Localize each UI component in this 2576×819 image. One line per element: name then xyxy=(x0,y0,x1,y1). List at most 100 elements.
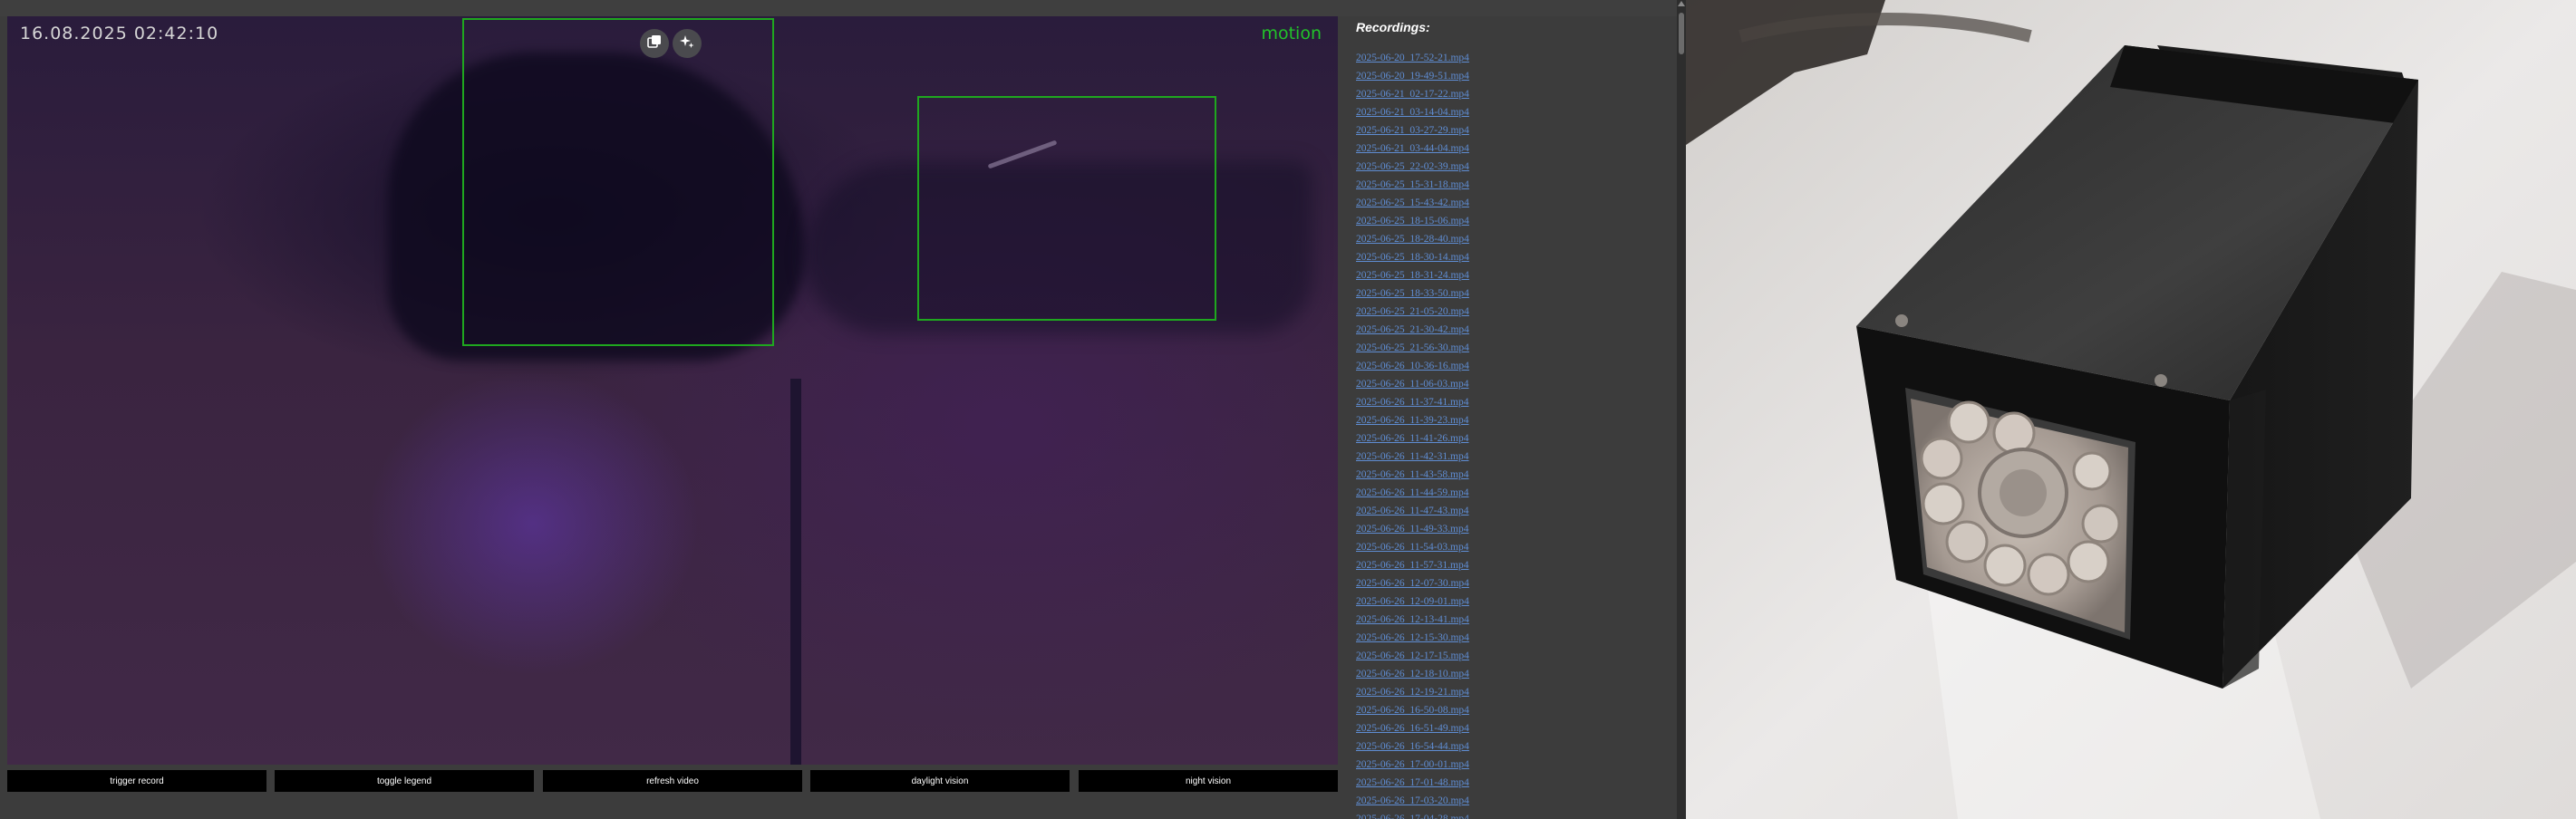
recording-list-item: 2025-06-26_11-37-41.mp4 xyxy=(1356,392,1469,410)
recording-link[interactable]: 2025-06-26_11-39-23.mp4 xyxy=(1356,415,1468,426)
recording-link[interactable]: 2025-06-26_17-00-01.mp4 xyxy=(1356,759,1469,770)
recording-list-item: 2025-06-26_11-49-33.mp4 xyxy=(1356,519,1469,537)
motion-box xyxy=(917,96,1216,321)
recording-link[interactable]: 2025-06-25_21-56-30.mp4 xyxy=(1356,342,1469,353)
recording-link[interactable]: 2025-06-21_02-17-22.mp4 xyxy=(1356,89,1469,100)
recording-link[interactable]: 2025-06-25_21-30-42.mp4 xyxy=(1356,324,1469,335)
recording-link[interactable]: 2025-06-26_16-54-44.mp4 xyxy=(1356,741,1469,752)
recording-link[interactable]: 2025-06-25_18-15-06.mp4 xyxy=(1356,216,1469,226)
recording-list-item: 2025-06-25_18-33-50.mp4 xyxy=(1356,284,1469,302)
video-timestamp: 16.08.2025 02:42:10 xyxy=(20,24,219,43)
toggle-legend-button[interactable]: toggle legend xyxy=(275,770,534,792)
daylight-vision-button[interactable]: daylight vision xyxy=(810,770,1070,792)
recording-list-item: 2025-06-26_10-36-16.mp4 xyxy=(1356,356,1469,374)
recordings-panel: Recordings: 2025-06-20_17-52-21.mp4 2025-… xyxy=(1356,0,1673,819)
recording-list-item: 2025-06-25_21-30-42.mp4 xyxy=(1356,320,1469,338)
recording-list-item: 2025-06-26_11-43-58.mp4 xyxy=(1356,465,1469,483)
live-video-feed[interactable]: 16.08.2025 02:42:10 motion xyxy=(7,16,1338,765)
recording-link[interactable]: 2025-06-26_11-44-59.mp4 xyxy=(1356,487,1468,498)
camera-dashboard: 16.08.2025 02:42:10 motion trigger recor… xyxy=(0,0,1686,819)
dark-vertical-object xyxy=(790,379,801,765)
recording-list-item: 2025-06-26_16-50-08.mp4 xyxy=(1356,700,1469,718)
camera-device-illustration xyxy=(1686,0,2576,819)
recording-link[interactable]: 2025-06-26_16-50-08.mp4 xyxy=(1356,705,1469,716)
recording-link[interactable]: 2025-06-26_11-57-31.mp4 xyxy=(1356,560,1468,571)
recording-link[interactable]: 2025-06-26_11-49-33.mp4 xyxy=(1356,524,1468,535)
recordings-list: 2025-06-20_17-52-21.mp4 2025-06-20_19-49-… xyxy=(1356,48,1469,819)
recording-list-item: 2025-06-21_03-27-29.mp4 xyxy=(1356,120,1469,139)
recording-link[interactable]: 2025-06-21_03-14-04.mp4 xyxy=(1356,107,1469,118)
recording-link[interactable]: 2025-06-26_12-15-30.mp4 xyxy=(1356,632,1469,643)
recording-list-item: 2025-06-26_12-18-10.mp4 xyxy=(1356,664,1469,682)
control-bar: trigger record toggle legend refresh vid… xyxy=(7,770,1338,792)
recording-link[interactable]: 2025-06-26_17-01-48.mp4 xyxy=(1356,777,1469,788)
recording-list-item: 2025-06-26_12-17-15.mp4 xyxy=(1356,646,1469,664)
recording-link[interactable]: 2025-06-26_10-36-16.mp4 xyxy=(1356,361,1469,371)
night-vision-button[interactable]: night vision xyxy=(1079,770,1338,792)
recording-link[interactable]: 2025-06-26_11-41-26.mp4 xyxy=(1356,433,1468,444)
recording-link[interactable]: 2025-06-26_11-06-03.mp4 xyxy=(1356,379,1468,390)
recording-list-item: 2025-06-26_16-51-49.mp4 xyxy=(1356,718,1469,737)
recording-link[interactable]: 2025-06-25_18-33-50.mp4 xyxy=(1356,288,1469,299)
recording-link[interactable]: 2025-06-26_12-13-41.mp4 xyxy=(1356,614,1469,625)
scroll-up-arrow-icon[interactable] xyxy=(1678,1,1685,6)
recording-list-item: 2025-06-26_17-01-48.mp4 xyxy=(1356,773,1469,791)
recording-link[interactable]: 2025-06-26_17-04-28.mp4 xyxy=(1356,814,1469,819)
recording-list-item: 2025-06-26_11-41-26.mp4 xyxy=(1356,429,1469,447)
motion-indicator: motion xyxy=(1261,24,1322,43)
recording-list-item: 2025-06-25_21-56-30.mp4 xyxy=(1356,338,1469,356)
recording-link[interactable]: 2025-06-26_16-51-49.mp4 xyxy=(1356,723,1469,734)
refresh-video-button[interactable]: refresh video xyxy=(543,770,802,792)
sparkle-effects-icon xyxy=(679,34,695,54)
recording-link[interactable]: 2025-06-26_12-17-15.mp4 xyxy=(1356,650,1469,661)
recording-list-item: 2025-06-26_12-07-30.mp4 xyxy=(1356,573,1469,592)
recording-link[interactable]: 2025-06-25_18-31-24.mp4 xyxy=(1356,270,1469,281)
scrollbar[interactable] xyxy=(1677,0,1686,819)
recording-list-item: 2025-06-26_11-57-31.mp4 xyxy=(1356,555,1469,573)
recording-link[interactable]: 2025-06-26_11-47-43.mp4 xyxy=(1356,506,1468,516)
recording-link[interactable]: 2025-06-26_12-18-10.mp4 xyxy=(1356,669,1469,679)
picture-in-picture-button[interactable] xyxy=(640,29,669,58)
recording-link[interactable]: 2025-06-20_17-52-21.mp4 xyxy=(1356,53,1469,63)
recording-list-item: 2025-06-26_12-19-21.mp4 xyxy=(1356,682,1469,700)
recording-link[interactable]: 2025-06-26_11-42-31.mp4 xyxy=(1356,451,1468,462)
recording-list-item: 2025-06-25_15-31-18.mp4 xyxy=(1356,175,1469,193)
recording-list-item: 2025-06-21_02-17-22.mp4 xyxy=(1356,84,1469,102)
recording-list-item: 2025-06-21_03-44-04.mp4 xyxy=(1356,139,1469,157)
recording-link[interactable]: 2025-06-26_17-03-20.mp4 xyxy=(1356,795,1469,806)
recording-list-item: 2025-06-26_17-04-28.mp4 xyxy=(1356,809,1469,819)
recording-link[interactable]: 2025-06-26_12-19-21.mp4 xyxy=(1356,687,1469,698)
recording-link[interactable]: 2025-06-21_03-44-04.mp4 xyxy=(1356,143,1469,154)
recording-list-item: 2025-06-26_17-03-20.mp4 xyxy=(1356,791,1469,809)
effects-button[interactable] xyxy=(673,29,702,58)
recording-link[interactable]: 2025-06-26_11-43-58.mp4 xyxy=(1356,469,1468,480)
recording-link[interactable]: 2025-06-25_18-30-14.mp4 xyxy=(1356,252,1469,263)
recording-link[interactable]: 2025-06-26_12-07-30.mp4 xyxy=(1356,578,1469,589)
recording-list-item: 2025-06-25_18-15-06.mp4 xyxy=(1356,211,1469,229)
scroll-thumb[interactable] xyxy=(1679,13,1684,54)
recording-link[interactable]: 2025-06-25_22-02-39.mp4 xyxy=(1356,161,1469,172)
recording-list-item: 2025-06-26_12-09-01.mp4 xyxy=(1356,592,1469,610)
recording-link[interactable]: 2025-06-25_15-43-42.mp4 xyxy=(1356,198,1469,208)
recording-list-item: 2025-06-25_15-43-42.mp4 xyxy=(1356,193,1469,211)
recording-link[interactable]: 2025-06-26_11-37-41.mp4 xyxy=(1356,397,1468,408)
recording-link[interactable]: 2025-06-21_03-27-29.mp4 xyxy=(1356,125,1469,136)
recording-list-item: 2025-06-26_11-06-03.mp4 xyxy=(1356,374,1469,392)
recording-list-item: 2025-06-21_03-14-04.mp4 xyxy=(1356,102,1469,120)
picture-in-picture-icon xyxy=(646,34,663,54)
recording-list-item: 2025-06-26_11-54-03.mp4 xyxy=(1356,537,1469,555)
recording-link[interactable]: 2025-06-26_12-09-01.mp4 xyxy=(1356,596,1469,607)
recording-link[interactable]: 2025-06-25_21-05-20.mp4 xyxy=(1356,306,1469,317)
camera-device-photo xyxy=(1686,0,2576,819)
recording-link[interactable]: 2025-06-25_18-28-40.mp4 xyxy=(1356,234,1469,245)
recording-link[interactable]: 2025-06-25_15-31-18.mp4 xyxy=(1356,179,1469,190)
recording-list-item: 2025-06-26_12-13-41.mp4 xyxy=(1356,610,1469,628)
recordings-title: Recordings: xyxy=(1356,20,1430,34)
recording-link[interactable]: 2025-06-26_11-54-03.mp4 xyxy=(1356,542,1468,553)
recording-list-item: 2025-06-26_11-42-31.mp4 xyxy=(1356,447,1469,465)
recording-link[interactable]: 2025-06-20_19-49-51.mp4 xyxy=(1356,71,1469,82)
recording-list-item: 2025-06-25_22-02-39.mp4 xyxy=(1356,157,1469,175)
recording-list-item: 2025-06-25_18-28-40.mp4 xyxy=(1356,229,1469,247)
motion-box xyxy=(462,18,774,346)
trigger-record-button[interactable]: trigger record xyxy=(7,770,266,792)
